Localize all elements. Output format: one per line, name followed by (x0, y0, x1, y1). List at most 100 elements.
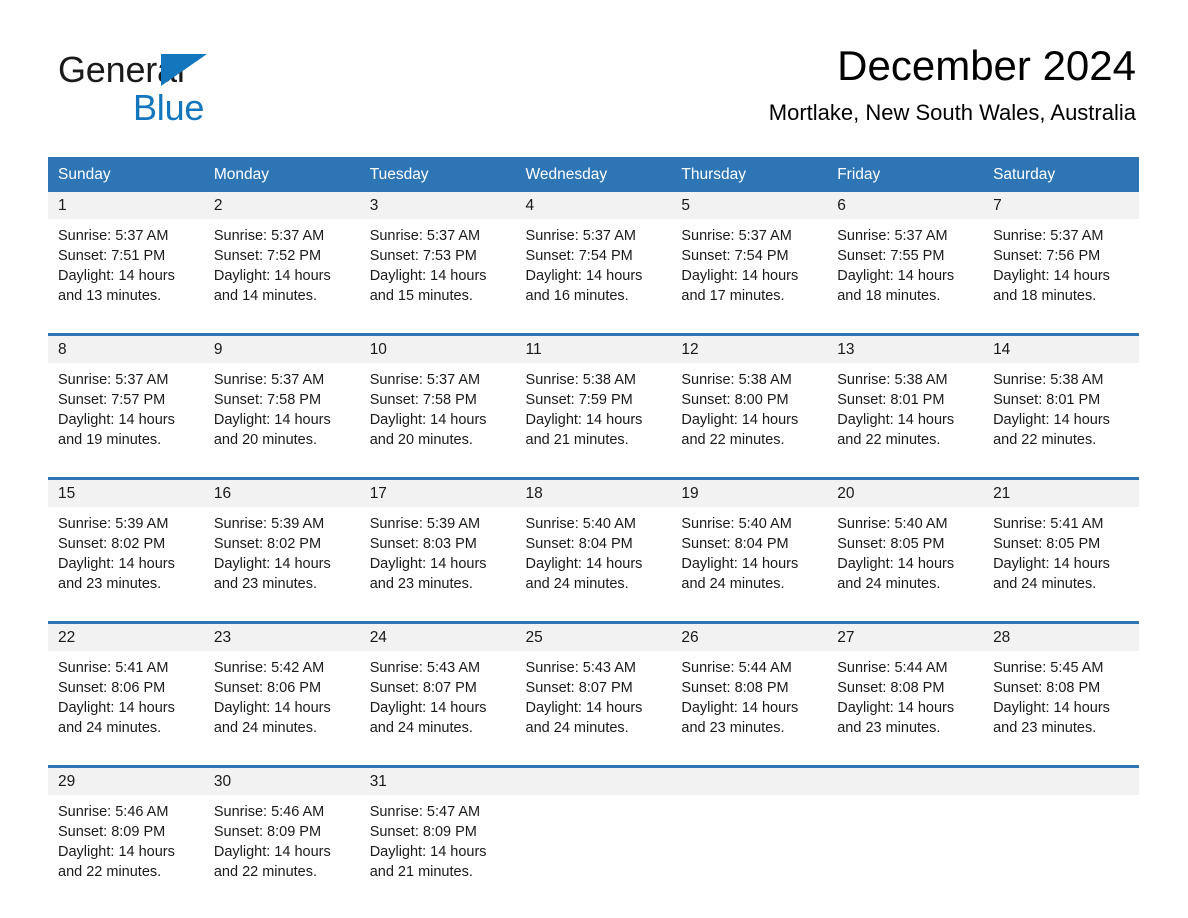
calendar-day-cell[interactable]: 22 Sunrise: 5:41 AM Sunset: 8:06 PM Dayligh… (48, 621, 204, 755)
day-number (983, 768, 1139, 795)
daylight-text: Daylight: 14 hours and 17 minutes. (681, 268, 799, 304)
day-cell-content: 30 Sunrise: 5:46 AM Sunset: 8:09 PM Dayligh… (203, 768, 360, 899)
calendar-day-cell[interactable]: 4 Sunrise: 5:37 AM Sunset: 7:54 PM Daylight… (515, 192, 672, 323)
sunset-text: Sunset: 7:54 PM (525, 248, 633, 264)
calendar-day-cell[interactable]: 23 Sunrise: 5:42 AM Sunset: 8:06 PM Dayligh… (203, 621, 360, 755)
sunrise-text: Sunrise: 5:44 AM (681, 660, 792, 676)
weekday-header-monday: Monday (203, 157, 360, 192)
calendar-day-cell[interactable]: 27 Sunrise: 5:44 AM Sunset: 8:08 PM Dayligh… (827, 621, 984, 755)
calendar-day-cell[interactable]: 15 Sunrise: 5:39 AM Sunset: 8:02 PM Dayligh… (48, 477, 204, 611)
day-details: Sunrise: 5:39 AM Sunset: 8:02 PM Daylight:… (204, 507, 360, 594)
day-number: 9 (203, 336, 360, 363)
calendar-day-cell (827, 765, 984, 899)
day-details: Sunrise: 5:40 AM Sunset: 8:04 PM Daylight:… (671, 507, 827, 594)
sunset-text: Sunset: 8:02 PM (213, 536, 322, 552)
sunrise-text: Sunrise: 5:44 AM (837, 660, 948, 676)
calendar-day-cell[interactable]: 17 Sunrise: 5:39 AM Sunset: 8:03 PM Dayligh… (359, 477, 516, 611)
weekday-header-saturday: Saturday (983, 157, 1139, 192)
calendar-day-cell[interactable]: 11 Sunrise: 5:38 AM Sunset: 7:59 PM Dayligh… (515, 333, 672, 467)
calendar-day-cell[interactable]: 18 Sunrise: 5:40 AM Sunset: 8:04 PM Dayligh… (515, 477, 672, 611)
calendar-day-cell[interactable]: 16 Sunrise: 5:39 AM Sunset: 8:02 PM Dayligh… (203, 477, 360, 611)
day-cell-empty (515, 768, 672, 899)
weekday-header-sunday: Sunday (48, 157, 204, 192)
calendar-day-cell[interactable]: 1 Sunrise: 5:37 AM Sunset: 7:51 PM Daylight… (48, 192, 204, 323)
day-details: Sunrise: 5:40 AM Sunset: 8:05 PM Daylight:… (827, 507, 983, 594)
calendar-header-row: Sunday Monday Tuesday Wednesday Thursday… (48, 157, 1139, 192)
sunrise-text: Sunrise: 5:37 AM (58, 372, 169, 388)
sunrise-text: Sunrise: 5:40 AM (837, 516, 948, 532)
sunrise-text: Sunrise: 5:43 AM (369, 660, 481, 676)
sunset-text: Sunset: 8:01 PM (993, 392, 1101, 408)
calendar-day-cell[interactable]: 19 Sunrise: 5:40 AM Sunset: 8:04 PM Dayligh… (671, 477, 828, 611)
day-number: 11 (515, 336, 672, 363)
sunrise-text: Sunrise: 5:38 AM (525, 372, 636, 388)
daylight-text: Daylight: 14 hours and 22 minutes. (681, 412, 799, 448)
calendar-day-cell[interactable]: 20 Sunrise: 5:40 AM Sunset: 8:05 PM Dayligh… (827, 477, 984, 611)
daylight-text: Daylight: 14 hours and 24 minutes. (993, 556, 1110, 592)
day-number (671, 768, 828, 795)
calendar-day-cell[interactable]: 29 Sunrise: 5:46 AM Sunset: 8:09 PM Dayligh… (48, 765, 204, 899)
day-number: 18 (515, 480, 672, 507)
calendar-day-cell[interactable]: 24 Sunrise: 5:43 AM Sunset: 8:07 PM Dayligh… (359, 621, 516, 755)
sunrise-text: Sunrise: 5:47 AM (369, 804, 481, 820)
day-number: 2 (203, 192, 360, 219)
calendar-day-cell[interactable]: 10 Sunrise: 5:37 AM Sunset: 7:58 PM Dayligh… (359, 333, 516, 467)
day-cell-content: 11 Sunrise: 5:38 AM Sunset: 7:59 PM Dayligh… (515, 336, 672, 467)
calendar-day-cell[interactable]: 21 Sunrise: 5:41 AM Sunset: 8:05 PM Dayligh… (983, 477, 1139, 611)
sunset-text: Sunset: 7:58 PM (213, 392, 322, 408)
calendar-day-cell[interactable]: 31 Sunrise: 5:47 AM Sunset: 8:09 PM Dayligh… (359, 765, 516, 899)
calendar-day-cell[interactable]: 5 Sunrise: 5:37 AM Sunset: 7:54 PM Daylight… (671, 192, 828, 323)
daylight-text: Daylight: 14 hours and 23 minutes. (213, 556, 331, 592)
sunrise-text: Sunrise: 5:40 AM (525, 516, 636, 532)
calendar-day-cell[interactable]: 6 Sunrise: 5:37 AM Sunset: 7:55 PM Daylight… (827, 192, 984, 323)
calendar-week-row: 29 Sunrise: 5:46 AM Sunset: 8:09 PM Dayligh… (48, 765, 1139, 899)
day-cell-content: 26 Sunrise: 5:44 AM Sunset: 8:08 PM Dayligh… (671, 624, 828, 755)
day-details: Sunrise: 5:46 AM Sunset: 8:09 PM Daylight:… (204, 795, 360, 882)
calendar-day-cell[interactable]: 9 Sunrise: 5:37 AM Sunset: 7:58 PM Daylight… (203, 333, 360, 467)
calendar-day-cell[interactable]: 26 Sunrise: 5:44 AM Sunset: 8:08 PM Dayligh… (671, 621, 828, 755)
day-number: 14 (983, 336, 1139, 363)
calendar-page: General Blue December 2024 Mortlake, New… (0, 0, 1188, 918)
day-number (515, 768, 672, 795)
sunset-text: Sunset: 8:00 PM (681, 392, 789, 408)
day-details: Sunrise: 5:38 AM Sunset: 8:01 PM Daylight:… (827, 363, 983, 450)
day-cell-content: 12 Sunrise: 5:38 AM Sunset: 8:00 PM Dayligh… (671, 336, 828, 467)
week-spacer (48, 611, 1139, 623)
calendar-day-cell[interactable]: 13 Sunrise: 5:38 AM Sunset: 8:01 PM Dayligh… (827, 333, 984, 467)
calendar-day-cell[interactable]: 3 Sunrise: 5:37 AM Sunset: 7:53 PM Daylight… (359, 192, 516, 323)
calendar-day-cell[interactable]: 25 Sunrise: 5:43 AM Sunset: 8:07 PM Dayligh… (515, 621, 672, 755)
day-cell-content: 8 Sunrise: 5:37 AM Sunset: 7:57 PM Daylight… (48, 336, 204, 467)
calendar-day-cell[interactable]: 12 Sunrise: 5:38 AM Sunset: 8:00 PM Dayligh… (671, 333, 828, 467)
calendar-day-cell[interactable]: 28 Sunrise: 5:45 AM Sunset: 8:08 PM Dayligh… (983, 621, 1139, 755)
day-cell-content: 20 Sunrise: 5:40 AM Sunset: 8:05 PM Dayligh… (827, 480, 984, 611)
day-cell-content: 24 Sunrise: 5:43 AM Sunset: 8:07 PM Dayligh… (359, 624, 516, 755)
day-number: 5 (671, 192, 828, 219)
sunset-text: Sunset: 8:09 PM (58, 824, 166, 840)
day-details: Sunrise: 5:38 AM Sunset: 8:01 PM Daylight:… (983, 363, 1139, 450)
week-spacer (48, 755, 1139, 767)
calendar-day-cell[interactable]: 7 Sunrise: 5:37 AM Sunset: 7:56 PM Daylight… (983, 192, 1139, 323)
day-details: Sunrise: 5:46 AM Sunset: 8:09 PM Daylight:… (48, 795, 204, 882)
day-cell-content: 17 Sunrise: 5:39 AM Sunset: 8:03 PM Dayligh… (359, 480, 516, 611)
calendar-day-cell[interactable]: 14 Sunrise: 5:38 AM Sunset: 8:01 PM Dayligh… (983, 333, 1139, 467)
day-details: Sunrise: 5:37 AM Sunset: 7:54 PM Daylight:… (516, 219, 672, 306)
calendar-day-cell[interactable]: 30 Sunrise: 5:46 AM Sunset: 8:09 PM Dayligh… (203, 765, 360, 899)
daylight-text: Daylight: 14 hours and 20 minutes. (369, 412, 487, 448)
calendar-body: 1 Sunrise: 5:37 AM Sunset: 7:51 PM Daylight… (48, 192, 1139, 899)
day-cell-empty (983, 768, 1139, 899)
week-spacer-cell (48, 467, 1139, 479)
daylight-text: Daylight: 14 hours and 23 minutes. (58, 556, 175, 592)
sunrise-text: Sunrise: 5:37 AM (213, 372, 325, 388)
calendar-day-cell[interactable]: 2 Sunrise: 5:37 AM Sunset: 7:52 PM Daylight… (203, 192, 360, 323)
sunrise-text: Sunrise: 5:40 AM (681, 516, 792, 532)
day-number: 30 (203, 768, 360, 795)
calendar-day-cell[interactable]: 8 Sunrise: 5:37 AM Sunset: 7:57 PM Daylight… (48, 333, 204, 467)
day-number: 21 (983, 480, 1139, 507)
sunrise-text: Sunrise: 5:37 AM (993, 228, 1104, 244)
week-spacer (48, 467, 1139, 479)
day-number: 8 (48, 336, 204, 363)
sunrise-text: Sunrise: 5:37 AM (369, 228, 481, 244)
sunset-text: Sunset: 8:03 PM (369, 536, 477, 552)
sunset-text: Sunset: 8:04 PM (681, 536, 789, 552)
daylight-text: Daylight: 14 hours and 18 minutes. (837, 268, 955, 304)
